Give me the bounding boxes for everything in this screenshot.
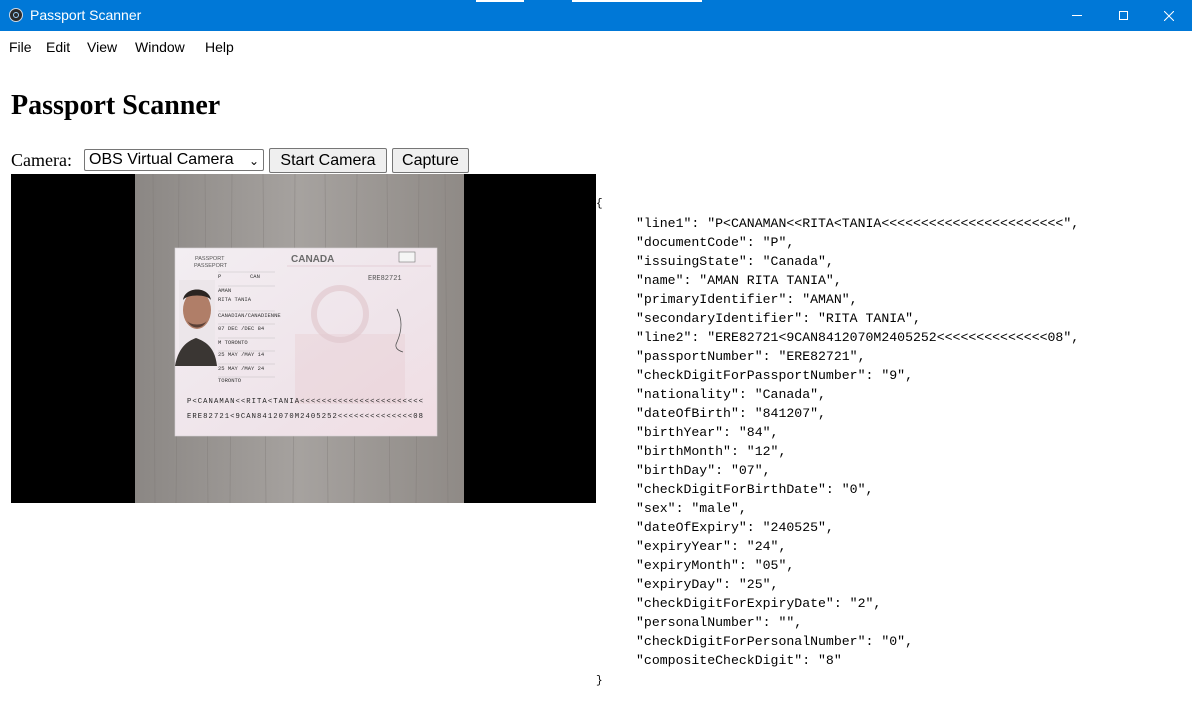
passport-issuing-country: CAN (250, 273, 260, 280)
json-line: "secondaryIdentifier": "RITA TANIA", (636, 311, 921, 326)
passport-given-names: RITA TANIA (218, 296, 252, 303)
json-line: "expiryMonth": "05", (636, 558, 795, 573)
camera-feed-image: PASSPORT PASSEPORT CANADA P CAN ERE82721… (135, 174, 464, 503)
json-line: "dateOfExpiry": "240525", (636, 520, 834, 535)
passport-country: CANADA (291, 254, 334, 265)
maximize-icon (1118, 11, 1128, 20)
json-line: "dateOfBirth": "841207", (636, 406, 826, 421)
json-line: "primaryIdentifier": "AMAN", (636, 292, 858, 307)
menu-window[interactable]: Window (135, 39, 185, 55)
camera-label: Camera: (11, 150, 72, 170)
maximize-button[interactable] (1100, 0, 1146, 31)
camera-select[interactable]: OBS Virtual Camera ⌄ (84, 149, 264, 171)
json-line: "checkDigitForExpiryDate": "2", (636, 596, 882, 611)
json-line: "passportNumber": "ERE82721", (636, 349, 866, 364)
menu-view[interactable]: View (87, 39, 117, 55)
json-line: "line1": "P<CANAMAN<<RITA<TANIA<<<<<<<<<… (636, 216, 1080, 231)
passport-header-1: PASSPORT (195, 256, 225, 262)
json-line: "name": "AMAN RITA TANIA", (636, 273, 842, 288)
close-button[interactable] (1146, 0, 1192, 31)
menu-file[interactable]: File (9, 39, 32, 55)
json-line: "birthDay": "07", (636, 463, 771, 478)
minimize-button[interactable] (1054, 0, 1100, 31)
passport-mrz-line1: P<CANAMAN<<RITA<TANIA<<<<<<<<<<<<<<<<<<<… (187, 398, 423, 406)
passport-type: P (218, 273, 221, 280)
passport-expiry-date: 25 MAY /MAY 24 (218, 365, 265, 372)
chevron-down-icon: ⌄ (248, 154, 259, 168)
json-line: "line2": "ERE82721<9CAN8412070M2405252<<… (636, 330, 1080, 345)
menu-edit[interactable]: Edit (46, 39, 70, 55)
passport-mrz-line2: ERE82721<9CAN8412070M2405252<<<<<<<<<<<<… (187, 413, 423, 421)
json-open-brace: { (596, 198, 603, 210)
json-line: "sex": "male", (636, 501, 747, 516)
json-line: "checkDigitForBirthDate": "0", (636, 482, 874, 497)
passport-authority: TORONTO (218, 377, 242, 384)
passport-photo (175, 280, 217, 366)
passport-nationality: CANADIAN/CANADIENNE (218, 312, 281, 319)
parsed-mrz-output: { "line1": "P<CANAMAN<<RITA<TANIA<<<<<<<… (596, 193, 1079, 691)
json-line: "birthMonth": "12", (636, 444, 787, 459)
close-icon (1164, 10, 1174, 21)
passport-surname: AMAN (218, 287, 231, 294)
json-lines: "line1": "P<CANAMAN<<RITA<TANIA<<<<<<<<<… (596, 214, 1079, 670)
passport-dob: 07 DEC /DEC 84 (218, 325, 265, 332)
passport-page: PASSPORT PASSEPORT CANADA P CAN ERE82721… (174, 247, 438, 437)
menu-bar: File Edit View Window Help (0, 31, 1192, 63)
json-line: "documentCode": "P", (636, 235, 795, 250)
passport-issue-date: 25 MAY /MAY 14 (218, 351, 265, 358)
passport-sex-place: M TORONTO (218, 339, 248, 346)
json-line: "expiryDay": "25", (636, 577, 779, 592)
capture-button[interactable]: Capture (392, 148, 469, 173)
json-line: "nationality": "Canada", (636, 387, 826, 402)
passport-flag (398, 251, 416, 263)
json-line: "checkDigitForPassportNumber": "9", (636, 368, 913, 383)
menu-help[interactable]: Help (205, 39, 234, 55)
json-line: "birthYear": "84", (636, 425, 779, 440)
titlebar-highlight (572, 0, 702, 2)
electron-app-icon[interactable] (9, 8, 23, 22)
camera-video: PASSPORT PASSEPORT CANADA P CAN ERE82721… (11, 174, 596, 503)
titlebar-highlight (476, 0, 524, 2)
json-line: "personalNumber": "", (636, 615, 803, 630)
start-camera-button[interactable]: Start Camera (269, 148, 387, 173)
passport-number-print: ERE82721 (368, 275, 402, 283)
json-line: "expiryYear": "24", (636, 539, 787, 554)
json-line: "compositeCheckDigit": "8" (636, 653, 842, 668)
json-line: "issuingState": "Canada", (636, 254, 834, 269)
minimize-icon (1072, 15, 1082, 16)
title-bar: Passport Scanner (0, 0, 1192, 31)
camera-select-value: OBS Virtual Camera (89, 151, 234, 168)
passport-header-2: PASSEPORT (194, 263, 228, 269)
json-close-brace: } (596, 675, 603, 687)
json-line: "checkDigitForPersonalNumber": "0", (636, 634, 913, 649)
window-title: Passport Scanner (30, 7, 142, 23)
page-title: Passport Scanner (11, 90, 221, 121)
